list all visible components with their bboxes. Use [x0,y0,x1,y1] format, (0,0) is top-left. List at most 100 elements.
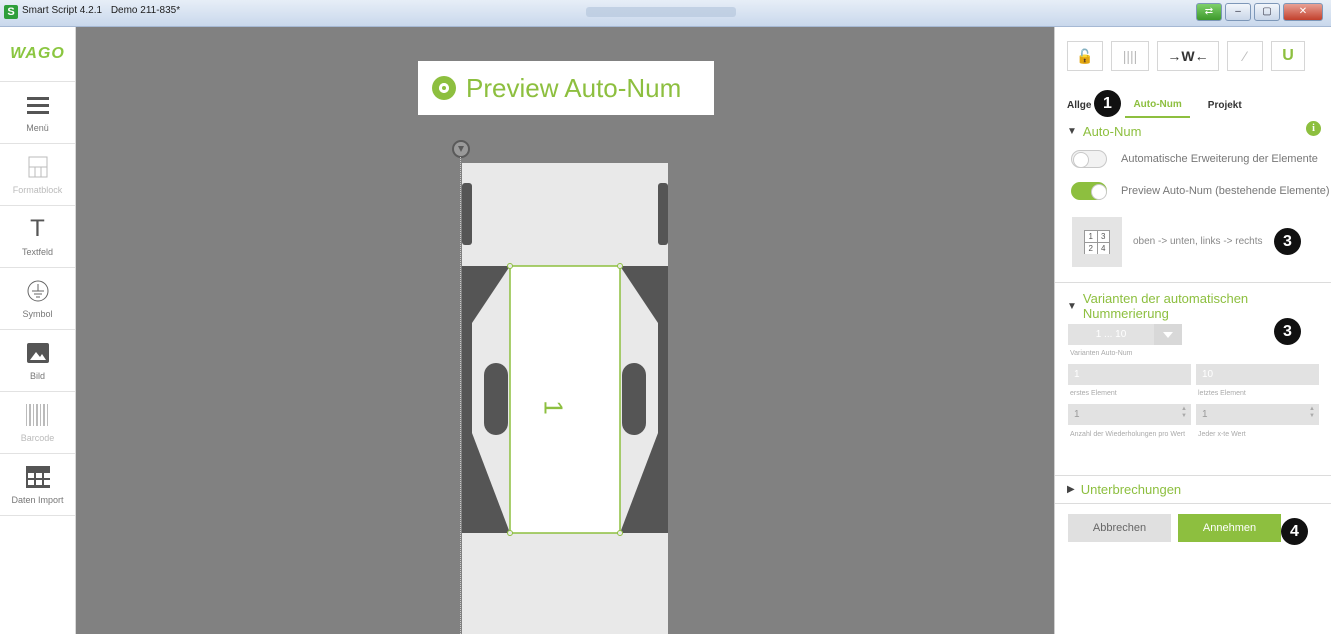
order-cell: 2 [1085,243,1097,254]
blurred-title [586,7,736,17]
textfield-button[interactable]: T Textfeld [0,206,75,268]
barcode-button[interactable]: Barcode [0,392,75,454]
order-cell: 4 [1097,243,1109,254]
toggle-row-preview: Preview Auto-Num (bestehende Elemente) [1071,182,1330,200]
properties-panel: 🔓 |||| →W← ⁄ U Allge Auto-Num Projekt 1 … [1054,27,1331,634]
image-icon [26,341,50,365]
interruptions-title: Unterbrechungen [1080,482,1182,497]
wago-logo: WAGO [0,27,75,82]
stepper-arrows-icon[interactable]: ▲ ▼ [1181,406,1187,420]
menu-label: Menü [26,122,49,133]
ground-symbol-icon [26,279,50,303]
formatblock-button[interactable]: Formatblock [0,144,75,206]
variants-title: Varianten der automatischen Nummerierung [1082,291,1249,321]
guide-line [460,157,461,634]
minimize-button[interactable]: – [1225,3,1251,21]
eye-icon [432,76,456,100]
repeat-count-value: 1 [1074,409,1080,420]
table-import-icon [25,465,50,489]
chevron-down-icon: ▼ [1067,300,1077,312]
order-selector[interactable]: 1 3 2 4 [1072,217,1122,267]
order-cell: 1 [1085,231,1097,242]
variants-header[interactable]: ▼ Varianten der automatischen Nummerieru… [1067,291,1331,321]
every-nth-label: Jeder x-te Wert [1198,431,1246,438]
auto-num-title: Auto-Num [1082,124,1142,139]
image-button[interactable]: Bild [0,330,75,392]
app-name: Smart Script 4.2.1 [22,5,103,16]
panel-toolbar: 🔓 |||| →W← ⁄ U [1055,27,1331,71]
every-nth-value: 1 [1202,409,1208,420]
tab-projekt[interactable]: Projekt [1208,100,1242,117]
magic-wand-icon[interactable]: ⁄ [1227,41,1263,71]
close-button[interactable]: ✕ [1283,3,1323,21]
barcode-label: Barcode [20,432,55,443]
info-icon[interactable]: i [1306,121,1321,136]
menu-button[interactable]: Menü [0,82,75,144]
lock-icon[interactable]: 🔓 [1067,41,1103,71]
toggle-row-extension: Automatische Erweiterung der Elemente [1071,150,1318,168]
divider [1055,475,1331,476]
maximize-button[interactable]: ▢ [1254,3,1280,21]
first-element-label: erstes Element [1070,390,1117,397]
image-label: Bild [29,370,45,381]
document-name: Demo 211-835* [110,5,181,16]
first-element-input[interactable]: 1 [1068,364,1191,385]
symbol-button[interactable]: Symbol [0,268,75,330]
textfield-icon: T [30,214,45,242]
auto-num-header[interactable]: ▼ Auto-Num [1067,124,1141,139]
tab-allgemein[interactable]: Allge [1067,100,1091,117]
left-toolbar: WAGO Menü Formatblock T Textfeld Symbol … [0,27,76,634]
last-element-input[interactable]: 10 [1196,364,1319,385]
interruptions-header[interactable]: ▶ Unterbrechungen [1067,482,1181,497]
window-controls: ⇄ – ▢ ✕ [1196,3,1323,21]
last-element-label: letztes Element [1198,390,1246,397]
tab-auto-num[interactable]: Auto-Num [1125,99,1190,118]
data-import-button[interactable]: Daten Import [0,454,75,516]
repeat-count-label: Anzahl der Wiederholungen pro Wert [1070,431,1186,438]
preview-toggle[interactable] [1071,182,1107,200]
filter-marker-icon[interactable] [452,140,470,158]
order-grid-icon: 1 3 2 4 [1084,230,1110,254]
design-canvas[interactable]: Preview Auto-Num 1 [76,27,1054,634]
extension-toggle[interactable] [1071,150,1107,168]
strip-drawing [462,163,668,634]
fit-width-icon[interactable]: →W← [1157,41,1219,71]
barcode-icon [25,403,50,427]
magnet-icon[interactable]: U [1271,41,1305,71]
divider [1055,503,1331,504]
update-icon[interactable]: ⇄ [1196,3,1222,21]
menu-icon [26,93,50,117]
columns-icon[interactable]: |||| [1111,41,1149,71]
order-text: oben -> unten, links -> rechts [1133,236,1263,247]
callout-badge-4: 4 [1281,518,1308,545]
callout-badge-1: 1 [1094,90,1121,117]
preview-banner: Preview Auto-Num [418,61,714,115]
extension-toggle-label: Automatische Erweiterung der Elemente [1121,153,1318,165]
title-bar: S Smart Script 4.2.1 Demo 211-835* ⇄ – ▢… [0,0,1331,27]
variant-select[interactable]: 1 ... 10 [1068,324,1154,345]
formatblock-label: Formatblock [12,184,63,195]
every-nth-stepper[interactable]: 1 ▲ ▼ [1196,404,1319,425]
formatblock-icon [26,155,50,179]
chevron-down-icon[interactable] [1154,324,1182,345]
symbol-label: Symbol [22,308,53,319]
accept-button[interactable]: Annehmen [1178,514,1281,542]
app-icon: S [4,5,18,19]
divider [1055,282,1331,283]
chevron-down-icon: ▼ [1067,126,1077,137]
callout-badge-3: 3 [1274,228,1301,255]
order-cell: 3 [1097,231,1109,242]
marker-strip[interactable] [462,163,668,634]
preview-toggle-label: Preview Auto-Num (bestehende Elemente) [1121,185,1330,197]
repeat-count-stepper[interactable]: 1 ▲ ▼ [1068,404,1191,425]
textfield-label: Textfeld [21,246,54,257]
callout-badge-3: 3 [1274,318,1301,345]
cancel-button[interactable]: Abbrechen [1068,514,1171,542]
window-title: Smart Script 4.2.1 Demo 211-835* [22,5,186,16]
preview-label: Preview Auto-Num [466,72,682,103]
stepper-arrows-icon[interactable]: ▲ ▼ [1309,406,1315,420]
strip-number: 1 [538,400,569,415]
chevron-right-icon: ▶ [1067,484,1075,495]
data-import-label: Daten Import [11,494,64,505]
variant-select-label: Varianten Auto-Num [1070,350,1133,357]
